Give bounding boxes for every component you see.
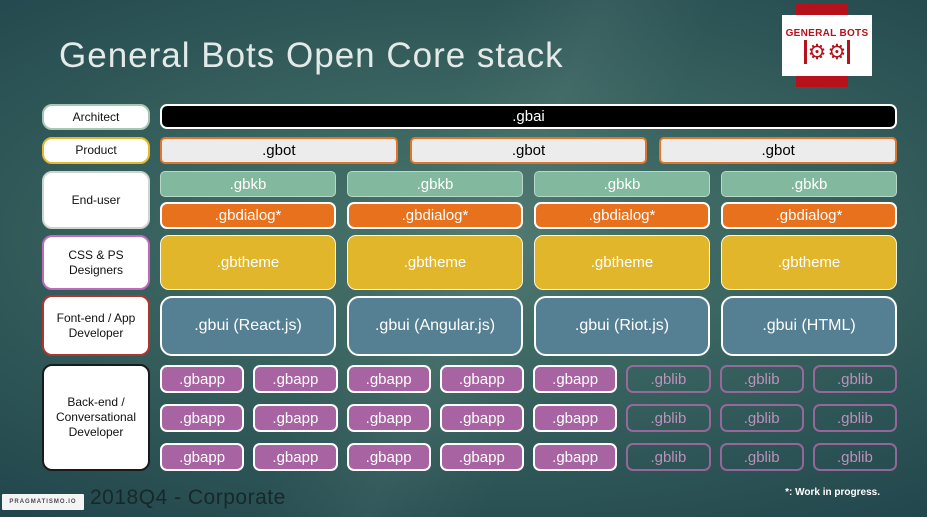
logo-left-bar bbox=[804, 39, 807, 64]
gbapp-box: .gbapp bbox=[439, 365, 524, 393]
slide: General Bots Open Core stack GENERAL BOT… bbox=[0, 0, 927, 517]
gbapp-box: .gbapp bbox=[346, 404, 431, 432]
gblib-box: .gblib bbox=[626, 443, 711, 471]
gbkb-box: .gbkb bbox=[347, 171, 523, 197]
gbdialog-box: .gbdialog* bbox=[160, 202, 336, 229]
gbapp-box: .gbapp bbox=[439, 443, 524, 471]
gbot-box: .gbot bbox=[659, 137, 898, 164]
gbdialog-box: .gbdialog* bbox=[534, 202, 710, 229]
work-in-progress-note: *: Work in progress. bbox=[785, 487, 880, 498]
gbapp-box: .gbapp bbox=[346, 365, 431, 393]
gbapp-box: .gbapp bbox=[253, 443, 338, 471]
gbui-riot-box: .gbui (Riot.js) bbox=[534, 296, 710, 356]
gbapp-box: .gbapp bbox=[253, 365, 338, 393]
gbtheme-box: .gbtheme bbox=[534, 235, 710, 290]
gbtheme-box: .gbtheme bbox=[721, 235, 897, 290]
gblib-box: .gblib bbox=[812, 365, 897, 393]
gbtheme-box: .gbtheme bbox=[347, 235, 523, 290]
row-gbai: .gbai bbox=[160, 104, 897, 129]
gblib-box: .gblib bbox=[626, 365, 711, 393]
gbai-box: .gbai bbox=[160, 104, 897, 129]
gbapp-box: .gbapp bbox=[160, 443, 245, 471]
gbdialog-box: .gbdialog* bbox=[347, 202, 523, 229]
row-gbdialog: .gbdialog* .gbdialog* .gbdialog* .gbdial… bbox=[160, 202, 897, 229]
gbapp-box: .gbapp bbox=[533, 443, 618, 471]
pragmatismo-logo: PRAGMATISMO.IO bbox=[2, 494, 84, 510]
row-gbtheme: .gbtheme .gbtheme .gbtheme .gbtheme bbox=[160, 235, 897, 290]
gblib-box: .gblib bbox=[719, 443, 804, 471]
gbkb-box: .gbkb bbox=[534, 171, 710, 197]
row-gbui: .gbui (React.js) .gbui (Angular.js) .gbu… bbox=[160, 296, 897, 356]
gbkb-box: .gbkb bbox=[721, 171, 897, 197]
pragmatismo-logo-text: PRAGMATISMO.IO bbox=[9, 499, 77, 505]
gbot-box: .gbot bbox=[160, 137, 398, 164]
row-apps-3: .gbapp .gbapp .gbapp .gbapp .gbapp .gbli… bbox=[160, 443, 897, 471]
row-label-architect: Architect bbox=[42, 104, 150, 130]
gblib-box: .gblib bbox=[812, 443, 897, 471]
row-apps-2: .gbapp .gbapp .gbapp .gbapp .gbapp .gbli… bbox=[160, 404, 897, 432]
gblib-box: .gblib bbox=[626, 404, 711, 432]
gbkb-box: .gbkb bbox=[160, 171, 336, 197]
gbapp-box: .gbapp bbox=[533, 404, 618, 432]
logo-gears: ⚙ ⚙ bbox=[804, 39, 850, 64]
gbui-angular-box: .gbui (Angular.js) bbox=[347, 296, 523, 356]
gblib-box: .gblib bbox=[719, 404, 804, 432]
footer-date: 2018Q4 - Corporate bbox=[90, 486, 286, 509]
gbapp-box: .gbapp bbox=[253, 404, 338, 432]
gblib-box: .gblib bbox=[719, 365, 804, 393]
general-bots-logo: GENERAL BOTS ⚙ ⚙ bbox=[782, 15, 872, 76]
row-gbkb: .gbkb .gbkb .gbkb .gbkb bbox=[160, 171, 897, 197]
gblib-box: .gblib bbox=[812, 404, 897, 432]
slide-title: General Bots Open Core stack bbox=[59, 36, 564, 75]
row-gbot: .gbot .gbot .gbot bbox=[160, 137, 898, 164]
row-label-end-user: End-user bbox=[42, 171, 150, 229]
gear-icon: ⚙ bbox=[827, 39, 847, 64]
gbtheme-box: .gbtheme bbox=[160, 235, 336, 290]
gbapp-box: .gbapp bbox=[439, 404, 524, 432]
gbot-box: .gbot bbox=[409, 137, 648, 164]
gbui-react-box: .gbui (React.js) bbox=[160, 296, 336, 356]
gear-icon: ⚙ bbox=[807, 39, 827, 64]
row-label-product: Product bbox=[42, 137, 150, 164]
gbapp-box: .gbapp bbox=[533, 365, 618, 393]
gbapp-box: .gbapp bbox=[160, 404, 245, 432]
gbapp-box: .gbapp bbox=[160, 365, 245, 393]
logo-right-bar bbox=[847, 39, 850, 64]
gbdialog-box: .gbdialog* bbox=[721, 202, 897, 229]
gbapp-box: .gbapp bbox=[346, 443, 431, 471]
logo-brand-text: GENERAL BOTS bbox=[785, 27, 869, 39]
row-label-frontend-app-developer: Font-end / App Developer bbox=[42, 295, 150, 356]
row-label-css-ps-designers: CSS & PS Designers bbox=[42, 235, 150, 290]
row-label-backend-conversational-developer: Back-end / Conversational Developer bbox=[42, 364, 150, 471]
row-apps-1: .gbapp .gbapp .gbapp .gbapp .gbapp .gbli… bbox=[160, 365, 897, 393]
gbui-html-box: .gbui (HTML) bbox=[721, 296, 897, 356]
